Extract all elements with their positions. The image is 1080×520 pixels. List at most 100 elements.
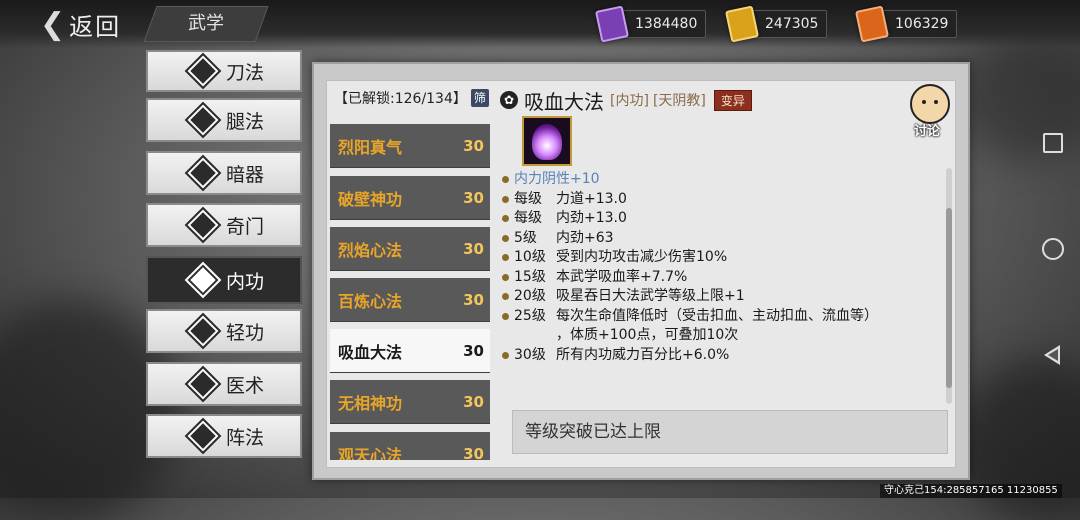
effect-line: 5级 内劲+63 bbox=[500, 229, 950, 249]
unlock-label: 【已解锁:126/134】 bbox=[334, 91, 467, 107]
effect-line: 30级 所有内功威力百分比+6.0% bbox=[500, 346, 950, 366]
category-exotic[interactable]: 奇门 bbox=[146, 203, 302, 247]
category-hidden-weapon[interactable]: 暗器 bbox=[146, 151, 302, 195]
list-item[interactable]: 烈阳真气 30 bbox=[330, 124, 490, 168]
effect-text-continued: ，体质+100点，可叠加10次 bbox=[556, 327, 739, 343]
medicine-icon bbox=[184, 365, 222, 403]
skill-title: ✿ 吸血大法 [内功] [天阴教] 变异 bbox=[500, 86, 752, 114]
skill-type-tag: [内功] bbox=[610, 93, 649, 109]
effect-level: 5级 bbox=[514, 229, 537, 246]
effect-level: 每级 bbox=[514, 210, 542, 226]
list-item[interactable]: 无相神功 30 bbox=[330, 380, 490, 424]
skill-list[interactable]: 烈阳真气 30 破壁神功 30 烈焰心法 30 百炼心法 30 吸血大法 30 … bbox=[330, 116, 490, 460]
effect-text: 内劲+13.0 bbox=[556, 210, 627, 226]
effect-text: 内力阴性+10 bbox=[514, 171, 600, 187]
category-blade[interactable]: 刀法 bbox=[146, 50, 302, 92]
effect-level: 每级 bbox=[514, 190, 542, 207]
skill-level: 30 bbox=[463, 136, 484, 155]
category-label: 奇门 bbox=[226, 215, 265, 238]
skill-name: 破壁神功 bbox=[338, 189, 403, 209]
back-button[interactable]: ❮ 返回 bbox=[40, 4, 121, 44]
shuriken-icon bbox=[184, 154, 222, 192]
currency-purple[interactable]: 1384480 bbox=[594, 5, 707, 43]
category-lightness[interactable]: 轻功 bbox=[146, 309, 302, 353]
back-label: 返回 bbox=[69, 12, 122, 41]
skill-level: 30 bbox=[463, 239, 484, 258]
list-item[interactable]: 观天心法 30 bbox=[330, 432, 490, 460]
effect-text: 吸星吞日大法武学等级上限+1 bbox=[556, 288, 745, 304]
currency-gold[interactable]: 247305 bbox=[724, 5, 828, 43]
scrollbar-thumb[interactable] bbox=[946, 208, 952, 388]
kick-icon bbox=[184, 101, 222, 139]
category-medicine[interactable]: 医术 bbox=[146, 362, 302, 406]
effect-text: 所有内功威力百分比+6.0% bbox=[556, 346, 730, 363]
watermark: 守心克己154:285857165 11230855 bbox=[880, 484, 1062, 498]
effect-line: 10级 受到内功攻击减少伤害10% bbox=[500, 248, 950, 268]
skill-name: 烈焰心法 bbox=[338, 240, 403, 260]
mutation-badge: 变异 bbox=[713, 89, 752, 111]
category-label: 刀法 bbox=[226, 61, 265, 84]
skill-level: 30 bbox=[463, 392, 484, 411]
list-item[interactable]: 烈焰心法 30 bbox=[330, 227, 490, 271]
effect-line: 每级 力道+13.0 bbox=[500, 190, 950, 210]
effects-list[interactable]: 内力阴性+10 每级 力道+13.0 每级 内劲+13.0 5级 内劲+63 10级受… bbox=[500, 170, 950, 365]
effect-line: 每级 内劲+13.0 bbox=[500, 209, 950, 229]
back-nav-icon[interactable] bbox=[1044, 345, 1060, 365]
effect-line: 15级 本武学吸血率+7.7% bbox=[500, 268, 950, 288]
category-inner-power[interactable]: 内功 bbox=[146, 256, 302, 304]
discuss-button[interactable]: 讨论 bbox=[904, 84, 956, 139]
skill-name: 吸血大法 bbox=[338, 342, 403, 362]
category-label: 暗器 bbox=[226, 163, 265, 186]
effect-line: 内力阴性+10 bbox=[500, 170, 950, 190]
category-label: 医术 bbox=[226, 374, 265, 397]
unlock-counter: 【已解锁:126/134】 筛 bbox=[334, 86, 492, 110]
effect-text: 内劲+63 bbox=[556, 229, 614, 246]
effect-text: 每次生命值降低时（受击扣血、主动扣血、流血等） bbox=[556, 307, 878, 324]
skill-school-tag: [天阴教] bbox=[652, 93, 706, 109]
effect-text: 力道+13.0 bbox=[556, 190, 627, 207]
category-label: 轻功 bbox=[226, 321, 265, 344]
category-formation[interactable]: 阵法 bbox=[146, 414, 302, 458]
skill-level: 30 bbox=[463, 188, 484, 207]
effect-line: 25级 每次生命值降低时（受击扣血、主动扣血、流血等） ，体质+100点，可叠加10… bbox=[500, 307, 950, 346]
recent-apps-icon[interactable] bbox=[1043, 133, 1063, 153]
martial-art-icon: ✿ bbox=[500, 91, 518, 109]
effect-level: 30级 bbox=[514, 346, 546, 363]
agility-icon bbox=[184, 312, 222, 350]
meditation-icon bbox=[184, 261, 222, 299]
category-label: 内功 bbox=[226, 270, 265, 293]
taiji-icon bbox=[184, 417, 222, 455]
home-icon[interactable] bbox=[1042, 238, 1064, 260]
skill-name: 无相神功 bbox=[338, 393, 403, 413]
effect-level: 15级 bbox=[514, 268, 546, 285]
shiba-mascot-icon bbox=[910, 84, 950, 124]
scroll-icon bbox=[184, 206, 222, 244]
list-item[interactable]: 百炼心法 30 bbox=[330, 278, 490, 322]
category-kick[interactable]: 腿法 bbox=[146, 98, 302, 142]
skill-level: 30 bbox=[463, 444, 484, 461]
page-title: 武学 bbox=[188, 13, 224, 34]
effect-text: 本武学吸血率+7.7% bbox=[556, 268, 688, 285]
category-label: 腿法 bbox=[226, 110, 265, 133]
filter-button[interactable]: 筛 bbox=[470, 89, 489, 107]
discuss-label: 讨论 bbox=[914, 124, 941, 139]
currency-orange[interactable]: 106329 bbox=[854, 5, 958, 43]
effect-level: 25级 bbox=[514, 307, 546, 324]
back-arrow-icon: ❮ bbox=[40, 6, 66, 42]
effect-level: 10级 bbox=[514, 249, 546, 265]
list-item[interactable]: 破壁神功 30 bbox=[330, 176, 490, 220]
skill-level: 30 bbox=[463, 341, 484, 360]
effect-line: 20级 吸星吞日大法武学等级上限+1 bbox=[500, 287, 950, 307]
skill-name: 观天心法 bbox=[338, 445, 403, 461]
skill-name: 烈阳真气 bbox=[338, 137, 403, 157]
effects-scrollbar[interactable] bbox=[946, 168, 952, 404]
skill-detail-name: 吸血大法 bbox=[524, 89, 604, 114]
skill-name: 百炼心法 bbox=[338, 291, 403, 311]
blade-icon bbox=[184, 52, 222, 90]
breakthrough-status: 等级突破已达上限 bbox=[512, 410, 948, 454]
page-title-tab: 武学 bbox=[143, 6, 269, 42]
effect-text: 受到内功攻击减少伤害10% bbox=[556, 249, 728, 265]
effect-level: 20级 bbox=[514, 288, 546, 304]
skill-icon bbox=[522, 116, 572, 166]
list-item-selected[interactable]: 吸血大法 30 bbox=[330, 329, 490, 373]
